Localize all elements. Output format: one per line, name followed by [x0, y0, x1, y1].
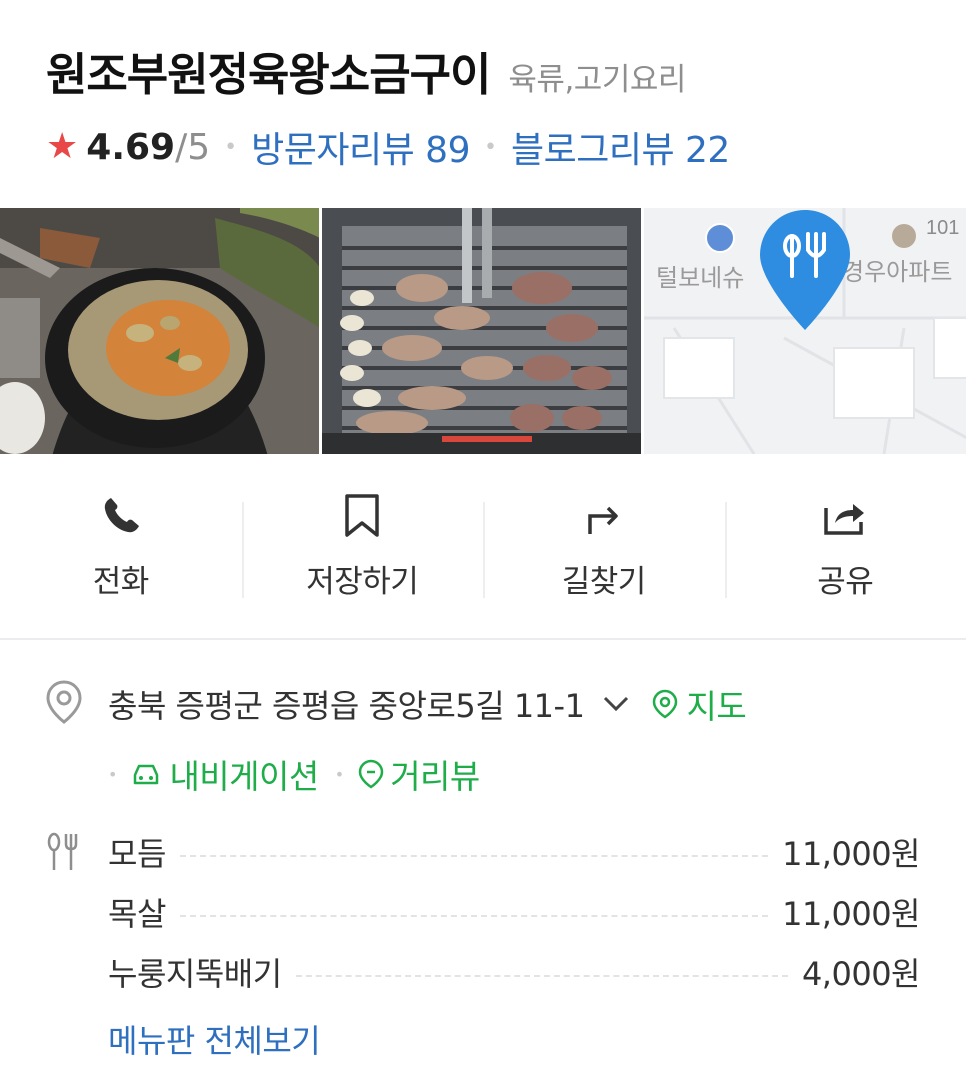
rating-max: /5 — [175, 126, 211, 168]
menu-item-price: 11,000원 — [782, 835, 920, 873]
navigation-link[interactable]: 내비게이션 — [131, 750, 319, 798]
menu-section: 모듬 11,000원 목살 11,000원 누룽지뚝배기 4,000원 메뉴판 … — [46, 822, 921, 1062]
section-divider — [0, 638, 966, 640]
menu-slot — [46, 832, 108, 872]
place-category: 육류,고기요리 — [508, 62, 686, 98]
map-thumbnail[interactable]: 101 털보네슈 경우아파트 — [644, 208, 966, 454]
share-label: 공유 — [817, 564, 874, 600]
address-section: 충북 증평군 증평읍 중앙로5길 11-1 지도 • 내비게이션 • 거리뷰 — [46, 680, 946, 798]
phone-icon — [99, 494, 143, 538]
rating-value: 4.69 — [86, 126, 176, 168]
map-pin-small-icon — [652, 689, 678, 719]
menu-leader — [179, 915, 769, 917]
photo-strip: 101 털보네슈 경우아파트 — [0, 208, 966, 454]
menu-item-price: 4,000원 — [801, 955, 921, 993]
fork-knife-icon — [46, 832, 80, 872]
navigation-label: 내비게이션 — [169, 757, 319, 796]
streetview-pin-icon — [358, 759, 384, 789]
map-label-shop: 털보네슈 — [656, 265, 744, 292]
directions-button[interactable]: 길찾기 — [483, 494, 725, 604]
menu-item: 모듬 11,000원 — [46, 822, 920, 882]
menu-item-name: 목살 — [108, 895, 166, 933]
menu-leader — [179, 855, 769, 857]
separator-dot: • — [334, 764, 345, 784]
save-label: 저장하기 — [306, 564, 419, 600]
map-link[interactable]: 지도 — [652, 680, 747, 728]
location-pin-icon — [46, 680, 82, 728]
menu-item-name: 모듬 — [108, 835, 166, 873]
share-button[interactable]: 공유 — [724, 494, 966, 604]
visitor-reviews-link[interactable]: 방문자리뷰 89 — [251, 121, 470, 173]
chevron-down-icon[interactable] — [602, 695, 630, 713]
photo-grill[interactable] — [322, 208, 641, 454]
car-icon — [131, 761, 161, 787]
menu-item-price: 11,000원 — [782, 895, 920, 933]
map-link-label: 지도 — [686, 687, 747, 726]
address-text: 충북 증평군 증평읍 중앙로5길 11-1 — [108, 687, 585, 725]
separator-dot: • — [484, 134, 497, 160]
directions-icon — [582, 494, 626, 538]
directions-label: 길찾기 — [561, 564, 647, 600]
map-label-101: 101 — [926, 217, 959, 239]
map-label-apartment: 경우아파트 — [842, 259, 952, 286]
menu-item: 누룽지뚝배기 4,000원 — [46, 942, 921, 1002]
place-header: 원조부원정육왕소금구이 육류,고기요리 ★ 4.69 /5 • 방문자리뷰 89… — [46, 38, 946, 173]
save-button[interactable]: 저장하기 — [241, 494, 484, 604]
separator-dot: • — [108, 764, 118, 784]
view-full-menu-link[interactable]: 메뉴판 전체보기 — [46, 1016, 920, 1062]
call-label: 전화 — [92, 564, 150, 600]
blog-reviews-link[interactable]: 블로그리뷰 22 — [511, 121, 730, 173]
call-button[interactable]: 전화 — [0, 494, 242, 604]
menu-item: 목살 11,000원 — [46, 882, 920, 942]
share-icon — [823, 494, 867, 538]
streetview-link[interactable]: 거리뷰 — [358, 750, 480, 798]
star-icon: ★ — [46, 126, 79, 167]
action-bar: 전화 저장하기 길찾기 공유 — [0, 494, 966, 604]
streetview-label: 거리뷰 — [390, 757, 480, 796]
menu-item-name: 누룽지뚝배기 — [108, 955, 282, 993]
photo-stew[interactable] — [0, 208, 319, 454]
menu-leader — [295, 975, 788, 977]
bookmark-icon — [340, 494, 384, 538]
place-title: 원조부원정육왕소금구이 — [46, 48, 491, 101]
separator-dot: • — [224, 134, 238, 160]
